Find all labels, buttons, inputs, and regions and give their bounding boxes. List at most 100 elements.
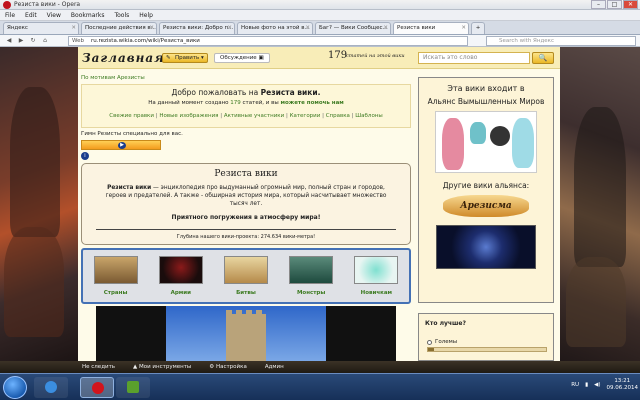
- arezisma-logo[interactable]: Арезисма: [443, 195, 529, 217]
- welcome-heading: Добро пожаловать на Резиста вики.: [171, 88, 321, 97]
- window-titlebar: Резиста вики - Opera – □ ✕: [0, 0, 640, 10]
- home-icon[interactable]: ⌂: [40, 37, 50, 45]
- play-icon[interactable]: ▶: [118, 142, 126, 149]
- portal-monsters[interactable]: Монстры: [284, 256, 338, 302]
- quick-links: Свежие правки | Новые изображения | Акти…: [109, 113, 383, 119]
- taskbar: RU ▮ ◀) 13:21 09.06.2014: [0, 373, 640, 400]
- article-count-label: статей на этой вики: [346, 53, 405, 59]
- edit-button[interactable]: ✎ Править ▾: [162, 53, 208, 63]
- tab-rezista-wiki[interactable]: Резиста вики ✕: [393, 22, 469, 34]
- help-us-link[interactable]: можете помочь нам: [280, 100, 343, 106]
- audio-player[interactable]: ▶: [81, 140, 161, 150]
- wiki-header: Заглавная ✎ Править ▾ Обсуждение ▣ 179 с…: [78, 47, 560, 69]
- menu-bookmarks[interactable]: Bookmarks: [71, 12, 105, 19]
- clock[interactable]: 13:21 09.06.2014: [607, 378, 639, 392]
- wiki-logo[interactable]: Заглавная: [82, 51, 165, 65]
- menu-file[interactable]: File: [5, 12, 15, 19]
- info-icon[interactable]: i: [81, 152, 89, 160]
- newcomer-image: [354, 256, 399, 284]
- navigation-bar: ◀ ▶ ↻ ⌂ Web ru.rezista.wikia.com/wiki/Ре…: [0, 35, 640, 47]
- intro-title: Резиста вики: [214, 169, 278, 179]
- tab-new-photos[interactable]: Новые фото на этой в... ✕: [237, 22, 313, 34]
- alliance-title: Эта вики входит в: [447, 84, 525, 93]
- background-art-right: [560, 47, 640, 361]
- menu-bar: File Edit View Bookmarks Tools Help: [0, 10, 640, 21]
- taskbar-opera-icon[interactable]: [80, 377, 114, 398]
- soldier-image: [158, 256, 203, 284]
- alliance-banner-image[interactable]: [435, 111, 537, 173]
- browser-search-input[interactable]: Search with Яндекс: [486, 36, 636, 46]
- link-new-images[interactable]: Новые изображения: [159, 113, 218, 119]
- taskbar-app-icon[interactable]: [116, 377, 150, 398]
- tab-bar: Яндекс ✕ Последние действия в... ✕ Резиста…: [0, 21, 640, 35]
- divider: [96, 229, 396, 230]
- tab-welcome[interactable]: Резиста вики: Добро п... ✕: [159, 22, 235, 34]
- back-icon[interactable]: ◀: [4, 37, 14, 45]
- stats-count-link[interactable]: 179: [230, 100, 241, 106]
- alliance-name[interactable]: Альянс Вымышленных Миров: [419, 97, 553, 106]
- language-indicator[interactable]: RU: [571, 382, 579, 388]
- link-active-users[interactable]: Активные участники: [224, 113, 284, 119]
- menu-view[interactable]: View: [47, 12, 61, 19]
- other-wikis-label: Другие вики альянса:: [442, 181, 530, 190]
- intro-text: Резиста вики — энциклопедия про выдуманн…: [105, 185, 387, 207]
- castle-image: [96, 306, 396, 361]
- minimize-button[interactable]: –: [591, 0, 606, 9]
- forward-icon[interactable]: ▶: [16, 37, 26, 45]
- settings-link[interactable]: ⚙ Настройка: [209, 364, 247, 370]
- link-recent-changes[interactable]: Свежие правки: [109, 113, 154, 119]
- close-button[interactable]: ✕: [623, 0, 638, 9]
- motive-link[interactable]: По мотивам Арезисты: [81, 75, 145, 81]
- web-label: Web: [72, 38, 84, 44]
- wikia-toolbar: Не следить ▲ Мои инструменты ⚙ Настройка…: [0, 361, 640, 373]
- welcome-box: Добро пожаловать на Резиста вики. На дан…: [81, 84, 411, 128]
- new-tab-button[interactable]: +: [471, 22, 485, 34]
- window-controls: – □ ✕: [591, 0, 638, 9]
- wiki-search-button[interactable]: 🔍: [532, 52, 554, 64]
- taskbar-ie-icon[interactable]: [34, 377, 68, 398]
- portal-battles[interactable]: Битвы: [219, 256, 273, 302]
- link-templates[interactable]: Шаблоны: [355, 113, 382, 119]
- menu-help[interactable]: Help: [139, 12, 153, 19]
- my-tools-link[interactable]: ▲ Мои инструменты: [133, 364, 191, 370]
- poll-result-bar: [427, 347, 547, 352]
- wiki-depth: Глубина нашего вики-проекта: 274.634 вик…: [176, 234, 316, 240]
- link-categories[interactable]: Категории: [290, 113, 321, 119]
- address-bar[interactable]: Web ru.rezista.wikia.com/wiki/Резиста_ви…: [68, 36, 468, 46]
- article-count: 179: [328, 50, 348, 61]
- network-icon[interactable]: ▮: [585, 382, 588, 388]
- system-tray: RU ▮ ◀) 13:21 09.06.2014: [571, 378, 638, 392]
- pencil-icon: ✎: [166, 55, 171, 61]
- page-viewport: Заглавная ✎ Править ▾ Обсуждение ▣ 179 с…: [0, 47, 640, 361]
- wiki-content: Заглавная ✎ Править ▾ Обсуждение ▣ 179 с…: [78, 47, 560, 361]
- poll-box: Кто лучше? Големы: [418, 313, 554, 361]
- tab-recent-changes[interactable]: Последние действия в... ✕: [81, 22, 157, 34]
- link-help[interactable]: Справка: [326, 113, 350, 119]
- wiki-search-input[interactable]: Искать это слово: [418, 52, 530, 64]
- tower-image: [226, 310, 266, 361]
- background-art-left: [0, 47, 78, 361]
- reload-icon[interactable]: ↻: [28, 37, 38, 45]
- discussion-button[interactable]: Обсуждение ▣: [214, 53, 270, 63]
- maximize-button[interactable]: □: [607, 0, 622, 9]
- admin-link[interactable]: Админ: [265, 364, 284, 370]
- portal-armies[interactable]: Армии: [154, 256, 208, 302]
- anthem-text: Гимн Резисты специально для вас.: [81, 131, 183, 137]
- url-text: ru.rezista.wikia.com/wiki/Резиста_вики: [91, 38, 200, 44]
- enjoy-text: Приятного погружения в атмосферу мира!: [171, 214, 321, 221]
- unfollow-link[interactable]: Не следить: [82, 364, 115, 370]
- tab-yandex[interactable]: Яндекс ✕: [3, 22, 79, 34]
- menu-tools[interactable]: Tools: [114, 12, 129, 19]
- volume-icon[interactable]: ◀): [594, 382, 600, 388]
- planet-banner[interactable]: [436, 225, 536, 269]
- pyramid-image: [93, 256, 138, 284]
- alliance-box: Эта вики входит в Альянс Вымышленных Мир…: [418, 77, 554, 303]
- portal-newcomers[interactable]: Новичкам: [349, 256, 403, 302]
- opera-logo-icon: [3, 1, 11, 9]
- portal-countries[interactable]: Страны: [89, 256, 143, 302]
- tab-bug[interactable]: Баг? — Вики Сообщес... ✕: [315, 22, 391, 34]
- menu-edit[interactable]: Edit: [25, 12, 37, 19]
- poll-option[interactable]: Големы: [427, 339, 553, 345]
- start-button[interactable]: [3, 376, 27, 399]
- poll-radio[interactable]: [427, 339, 432, 345]
